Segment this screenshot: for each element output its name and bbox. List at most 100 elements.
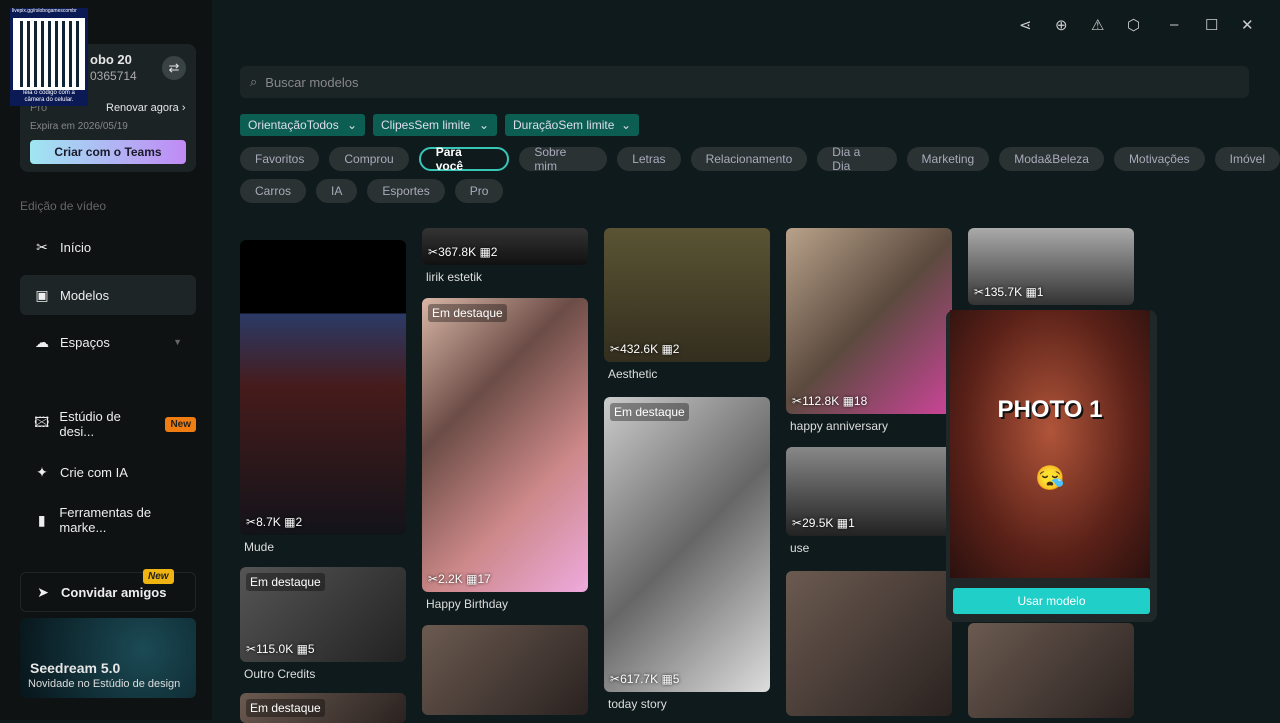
sparkle-icon: ✦ <box>36 463 48 480</box>
chip-para-voc-[interactable]: Para você <box>418 145 510 173</box>
chip-comprou[interactable]: Comprou <box>329 147 409 171</box>
chip-moda-beleza[interactable]: Moda&Beleza <box>999 147 1104 171</box>
card-stats: ✂367.8K ▦2 <box>428 245 498 259</box>
chevron-down-icon: ▼ <box>173 337 182 347</box>
card-stats: ✂135.7K ▦1 <box>974 285 1044 299</box>
scissors-icon: ✂ <box>610 672 621 686</box>
clips-icon: ▦ <box>661 342 673 356</box>
card-stats: ✂8.7K ▦2 <box>246 515 303 529</box>
template-card[interactable]: Em destaque <box>422 298 588 592</box>
chip-letras[interactable]: Letras <box>617 147 681 171</box>
scissors-icon: ✂ <box>428 245 439 259</box>
card-title[interactable]: use <box>790 541 809 555</box>
new-badge: New <box>165 416 196 432</box>
clips-icon: ▦ <box>836 516 849 530</box>
sidebar-item-modelos[interactable]: ▣ Modelos <box>20 275 196 315</box>
category-chips: Favoritos Comprou Para você Sobre mim Letras… <box>240 145 1280 173</box>
new-badge: New <box>143 569 174 584</box>
close-icon[interactable]: ✕ <box>1241 16 1254 34</box>
scissors-icon: ✂ <box>246 515 257 529</box>
card-stats: ✂432.6K ▦2 <box>610 342 680 356</box>
promo-banner[interactable]: Seedream 5.0 Novidade no Estúdio de desi… <box>20 618 196 698</box>
maximize-icon[interactable]: ☐ <box>1205 16 1218 34</box>
chevron-down-icon: ⌄ <box>620 118 631 132</box>
chevron-down-icon: ⌄ <box>478 118 489 132</box>
template-card[interactable] <box>968 623 1134 718</box>
feedback-icon[interactable]: ⚠ <box>1091 16 1104 34</box>
card-title[interactable]: Aesthetic <box>608 367 657 381</box>
card-title[interactable]: happy anniversary <box>790 419 888 433</box>
upload-icon[interactable]: ⊕ <box>1055 16 1068 34</box>
featured-badge: Em destaque <box>246 573 325 591</box>
featured-badge: Em destaque <box>246 699 325 717</box>
clips-icon: ▦ <box>479 245 491 259</box>
card-title[interactable]: Happy Birthday <box>426 597 508 611</box>
chip-favoritos[interactable]: Favoritos <box>240 147 320 171</box>
preview-image: PHOTO 1 😪 <box>950 310 1150 578</box>
search-input[interactable]: ⌕ Buscar modelos <box>240 66 1249 98</box>
settings-icon[interactable]: ⬡ <box>1127 16 1140 34</box>
clips-icon: ▦ <box>296 642 308 656</box>
share-icon[interactable]: ⋖ <box>1019 16 1032 34</box>
sidebar-item-inicio[interactable]: ✂ Início <box>20 227 196 267</box>
sidebar-item-marketing[interactable]: ▮ Ferramentas de marke... <box>20 500 196 540</box>
qr-code: livepix.gg/rslobogamescombr leia o código… <box>10 8 88 106</box>
template-card[interactable]: Em destaque <box>604 397 770 692</box>
chip-ia[interactable]: IA <box>316 179 358 203</box>
template-card[interactable] <box>786 571 952 716</box>
clips-icon: ▦ <box>1025 285 1037 299</box>
template-card[interactable] <box>240 240 406 535</box>
chevron-down-icon: ⌄ <box>346 118 357 132</box>
card-title[interactable]: today story <box>608 697 667 711</box>
sidebar-item-estudio[interactable]: 🖾 Estúdio de desi... New <box>20 404 196 444</box>
scissors-icon: ✂ <box>792 516 803 530</box>
scissors-icon: ✂ <box>974 285 985 299</box>
chip-esportes[interactable]: Esportes <box>367 179 445 203</box>
sidebar-item-crie-ia[interactable]: ✦ Crie com IA <box>20 452 196 492</box>
chip-carros[interactable]: Carros <box>240 179 307 203</box>
minimize-icon[interactable]: – <box>1170 16 1178 33</box>
clips-dropdown[interactable]: ClipesSem limite ⌄ <box>373 114 497 136</box>
card-title[interactable]: Outro Credits <box>244 667 315 681</box>
scissors-icon: ✂ <box>610 342 621 356</box>
search-icon: ⌕ <box>250 74 258 89</box>
chip-pro[interactable]: Pro <box>454 179 504 203</box>
image-sparkle-icon: 🖾 <box>34 414 50 430</box>
scissors-icon: ✂ <box>36 238 48 255</box>
invite-friends-button[interactable]: ➤ Convidar amigos New <box>20 569 196 612</box>
scissors-icon: ✂ <box>428 572 439 586</box>
send-icon: ➤ <box>37 583 49 600</box>
chip-motiva-es[interactable]: Motivações <box>1113 147 1205 171</box>
duration-dropdown[interactable]: DuraçãoSem limite ⌄ <box>505 114 639 136</box>
card-title[interactable]: lirik estetik <box>426 270 482 284</box>
template-card[interactable] <box>422 625 588 715</box>
template-card[interactable] <box>786 228 952 414</box>
card-stats: ✂112.8K ▦18 <box>792 394 868 408</box>
renew-link[interactable]: Renovar agora › <box>106 102 186 114</box>
account-name: obo 20 <box>90 52 132 67</box>
expiry-text: Expira em 2026/05/19 <box>30 121 128 132</box>
chip-marketing[interactable]: Marketing <box>906 147 990 171</box>
card-stats: ✂617.7K ▦5 <box>610 672 680 686</box>
use-template-button[interactable]: Usar modelo <box>953 588 1150 614</box>
template-card[interactable]: Em destaque <box>240 693 406 723</box>
clips-icon: ▦ <box>284 515 296 529</box>
card-title[interactable]: Mude <box>244 540 274 554</box>
scissors-icon: ✂ <box>246 642 257 656</box>
account-id: 0365714 <box>90 69 137 83</box>
chip-relacionamento[interactable]: Relacionamento <box>690 147 808 171</box>
card-stats: ✂2.2K ▦17 <box>428 572 491 586</box>
create-teams-button[interactable]: Criar com o Teams <box>30 140 186 164</box>
card-stats: ✂29.5K ▦1 <box>792 516 855 530</box>
chip-im-vel[interactable]: Imóvel <box>1214 147 1280 171</box>
section-label: Edição de vídeo <box>20 199 107 213</box>
clips-icon: ▦ <box>466 572 478 586</box>
orientation-dropdown[interactable]: OrientaçãoTodos ⌄ <box>240 114 365 136</box>
chip-sobre-mim[interactable]: Sobre mim <box>519 145 608 173</box>
sidebar-item-espacos[interactable]: ☁ Espaços ▼ <box>20 322 196 362</box>
yawn-emoji-icon: 😪 <box>1035 464 1065 492</box>
chip-dia-a-dia[interactable]: Dia a Dia <box>817 145 897 173</box>
switch-account-icon[interactable]: ⇄ <box>162 56 186 80</box>
marketing-icon: ▮ <box>37 511 46 528</box>
clips-icon: ▦ <box>661 672 673 686</box>
